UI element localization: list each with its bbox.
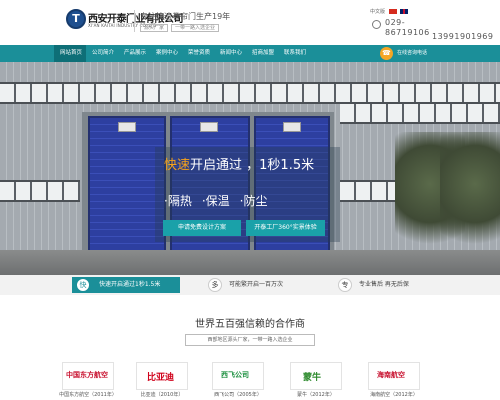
partners-title: 世界五百强信赖的合作商 [195, 319, 305, 330]
partner-logo-card[interactable]: 比亚迪 [136, 362, 188, 390]
language-switch[interactable]: 中文版 [370, 8, 409, 15]
phone-area-code: 029- [385, 18, 406, 27]
header-divider [134, 10, 135, 32]
partner-caption: 比亚迪（2010年） [140, 392, 184, 398]
headline-highlight: 快速 [164, 158, 191, 173]
partners-subtitle: 西部地区源头厂家，一带一路入选企业 [185, 334, 315, 346]
nav-items: 网站首页 公司简介 产品展示 案例中心 荣誉资质 新闻中心 招商加盟 联系我们 [54, 45, 310, 62]
fast-badge-icon: 快 [76, 278, 90, 292]
partner-logo-card[interactable]: 海南航空 [368, 362, 420, 390]
feature-item[interactable]: 专 专业售后 再无后保 [338, 277, 428, 293]
partner-logo-card[interactable]: 西飞公司 [212, 362, 264, 390]
banner-feature-points: ·隔热 ·保温 ·防尘 [164, 192, 277, 209]
door-label-plate [283, 122, 301, 132]
factory-window-row [340, 102, 500, 124]
slogan-tag: 一带一路入选企业 [171, 24, 220, 32]
phone-icon: ☎ [380, 47, 393, 60]
feature-text: 专业售后 再无后保 [359, 281, 409, 288]
hero-banner: 快速开启通过 ，1秒1.5米 ·隔热 ·保温 ·防尘 申请免费设计方案 开泰工厂36… [0, 62, 500, 275]
nav-item[interactable]: 网站首页 [54, 45, 86, 62]
feature-bar: 快 快速开启通过1秒1.5米 多 可能繁开启一百万次 专 专业售后 再无后保 [0, 275, 500, 295]
nav-item[interactable]: 公司简介 [86, 45, 118, 62]
partner-caption: 西飞公司（2005年） [214, 392, 262, 398]
nav-item[interactable]: 新闻中心 [214, 45, 246, 62]
header-slogan: 专注快速卷帘门生产19年 [140, 12, 231, 21]
china-flag-icon[interactable] [388, 9, 397, 14]
nav-item[interactable]: 案例中心 [150, 45, 182, 62]
logo-mark-icon: T [66, 9, 86, 29]
phone-main: 86719106 [385, 28, 430, 37]
phone-icon [372, 20, 381, 29]
feature-item[interactable]: 快 快速开启通过1秒1.5米 [72, 277, 180, 293]
factory-window-row [0, 82, 500, 104]
partner-logo-text: 比亚迪 [147, 373, 175, 383]
ground-image [0, 250, 500, 275]
tree-image [440, 132, 500, 262]
banner-headline: 快速开启通过 ，1秒1.5米 [164, 154, 314, 173]
nav-item[interactable]: 产品展示 [118, 45, 150, 62]
language-label: 中文版 [370, 9, 386, 15]
partner-logo-card[interactable]: 中国东方航空 [62, 362, 114, 390]
partner-logo-card[interactable]: 蒙牛 [290, 362, 342, 390]
site-header: T 西安开泰门业有限公司 XI'AN KAITAI INDUSTRY CO.,L… [0, 0, 500, 43]
partner-caption: 中国东方航空（2011年） [59, 392, 117, 398]
partner-logo-text: 海南航空 [377, 371, 405, 379]
uk-flag-icon[interactable] [400, 9, 409, 14]
multi-badge-icon: 多 [208, 278, 222, 292]
feature-text: 可能繁开启一百万次 [229, 281, 284, 288]
feature-point: ·防尘 [239, 194, 268, 208]
partner-logo-text: 中国东方航空 [66, 371, 108, 379]
partner-logo-text: 蒙牛 [303, 373, 322, 383]
feature-point: ·保温 [201, 194, 230, 208]
slogan-tag: 源头厂家 [140, 24, 169, 32]
phone-mobile: 13991901969 [432, 32, 494, 41]
partner-caption: 海南航空（2012年） [370, 392, 418, 398]
nav-item[interactable]: 联系我们 [278, 45, 310, 62]
partner-caption: 蒙牛（2012年） [297, 392, 335, 398]
nav-item[interactable]: 荣誉资质 [182, 45, 214, 62]
feature-text: 快速开启通过1秒1.5米 [99, 281, 161, 288]
partner-logo-text: 西飞公司 [221, 371, 249, 379]
factory-360-tour-button[interactable]: 开泰工厂360°实景体验 [246, 220, 325, 236]
header-slogan-tags: 源头厂家 一带一路入选企业 [140, 24, 222, 32]
hotline-button[interactable]: ☎ 在线咨询电话 [372, 45, 440, 62]
door-label-plate [200, 122, 218, 132]
headline-text: 开启通过 ，1秒1.5米 [190, 158, 315, 173]
pro-badge-icon: 专 [338, 278, 352, 292]
factory-window-row [0, 180, 80, 202]
feature-point: ·隔热 [164, 194, 192, 208]
feature-item[interactable]: 多 可能繁开启一百万次 [208, 277, 298, 293]
free-design-button[interactable]: 申请免费设计方案 [163, 220, 241, 236]
door-label-plate [118, 122, 136, 132]
hotline-label: 在线咨询电话 [397, 50, 428, 56]
nav-item[interactable]: 招商加盟 [246, 45, 278, 62]
